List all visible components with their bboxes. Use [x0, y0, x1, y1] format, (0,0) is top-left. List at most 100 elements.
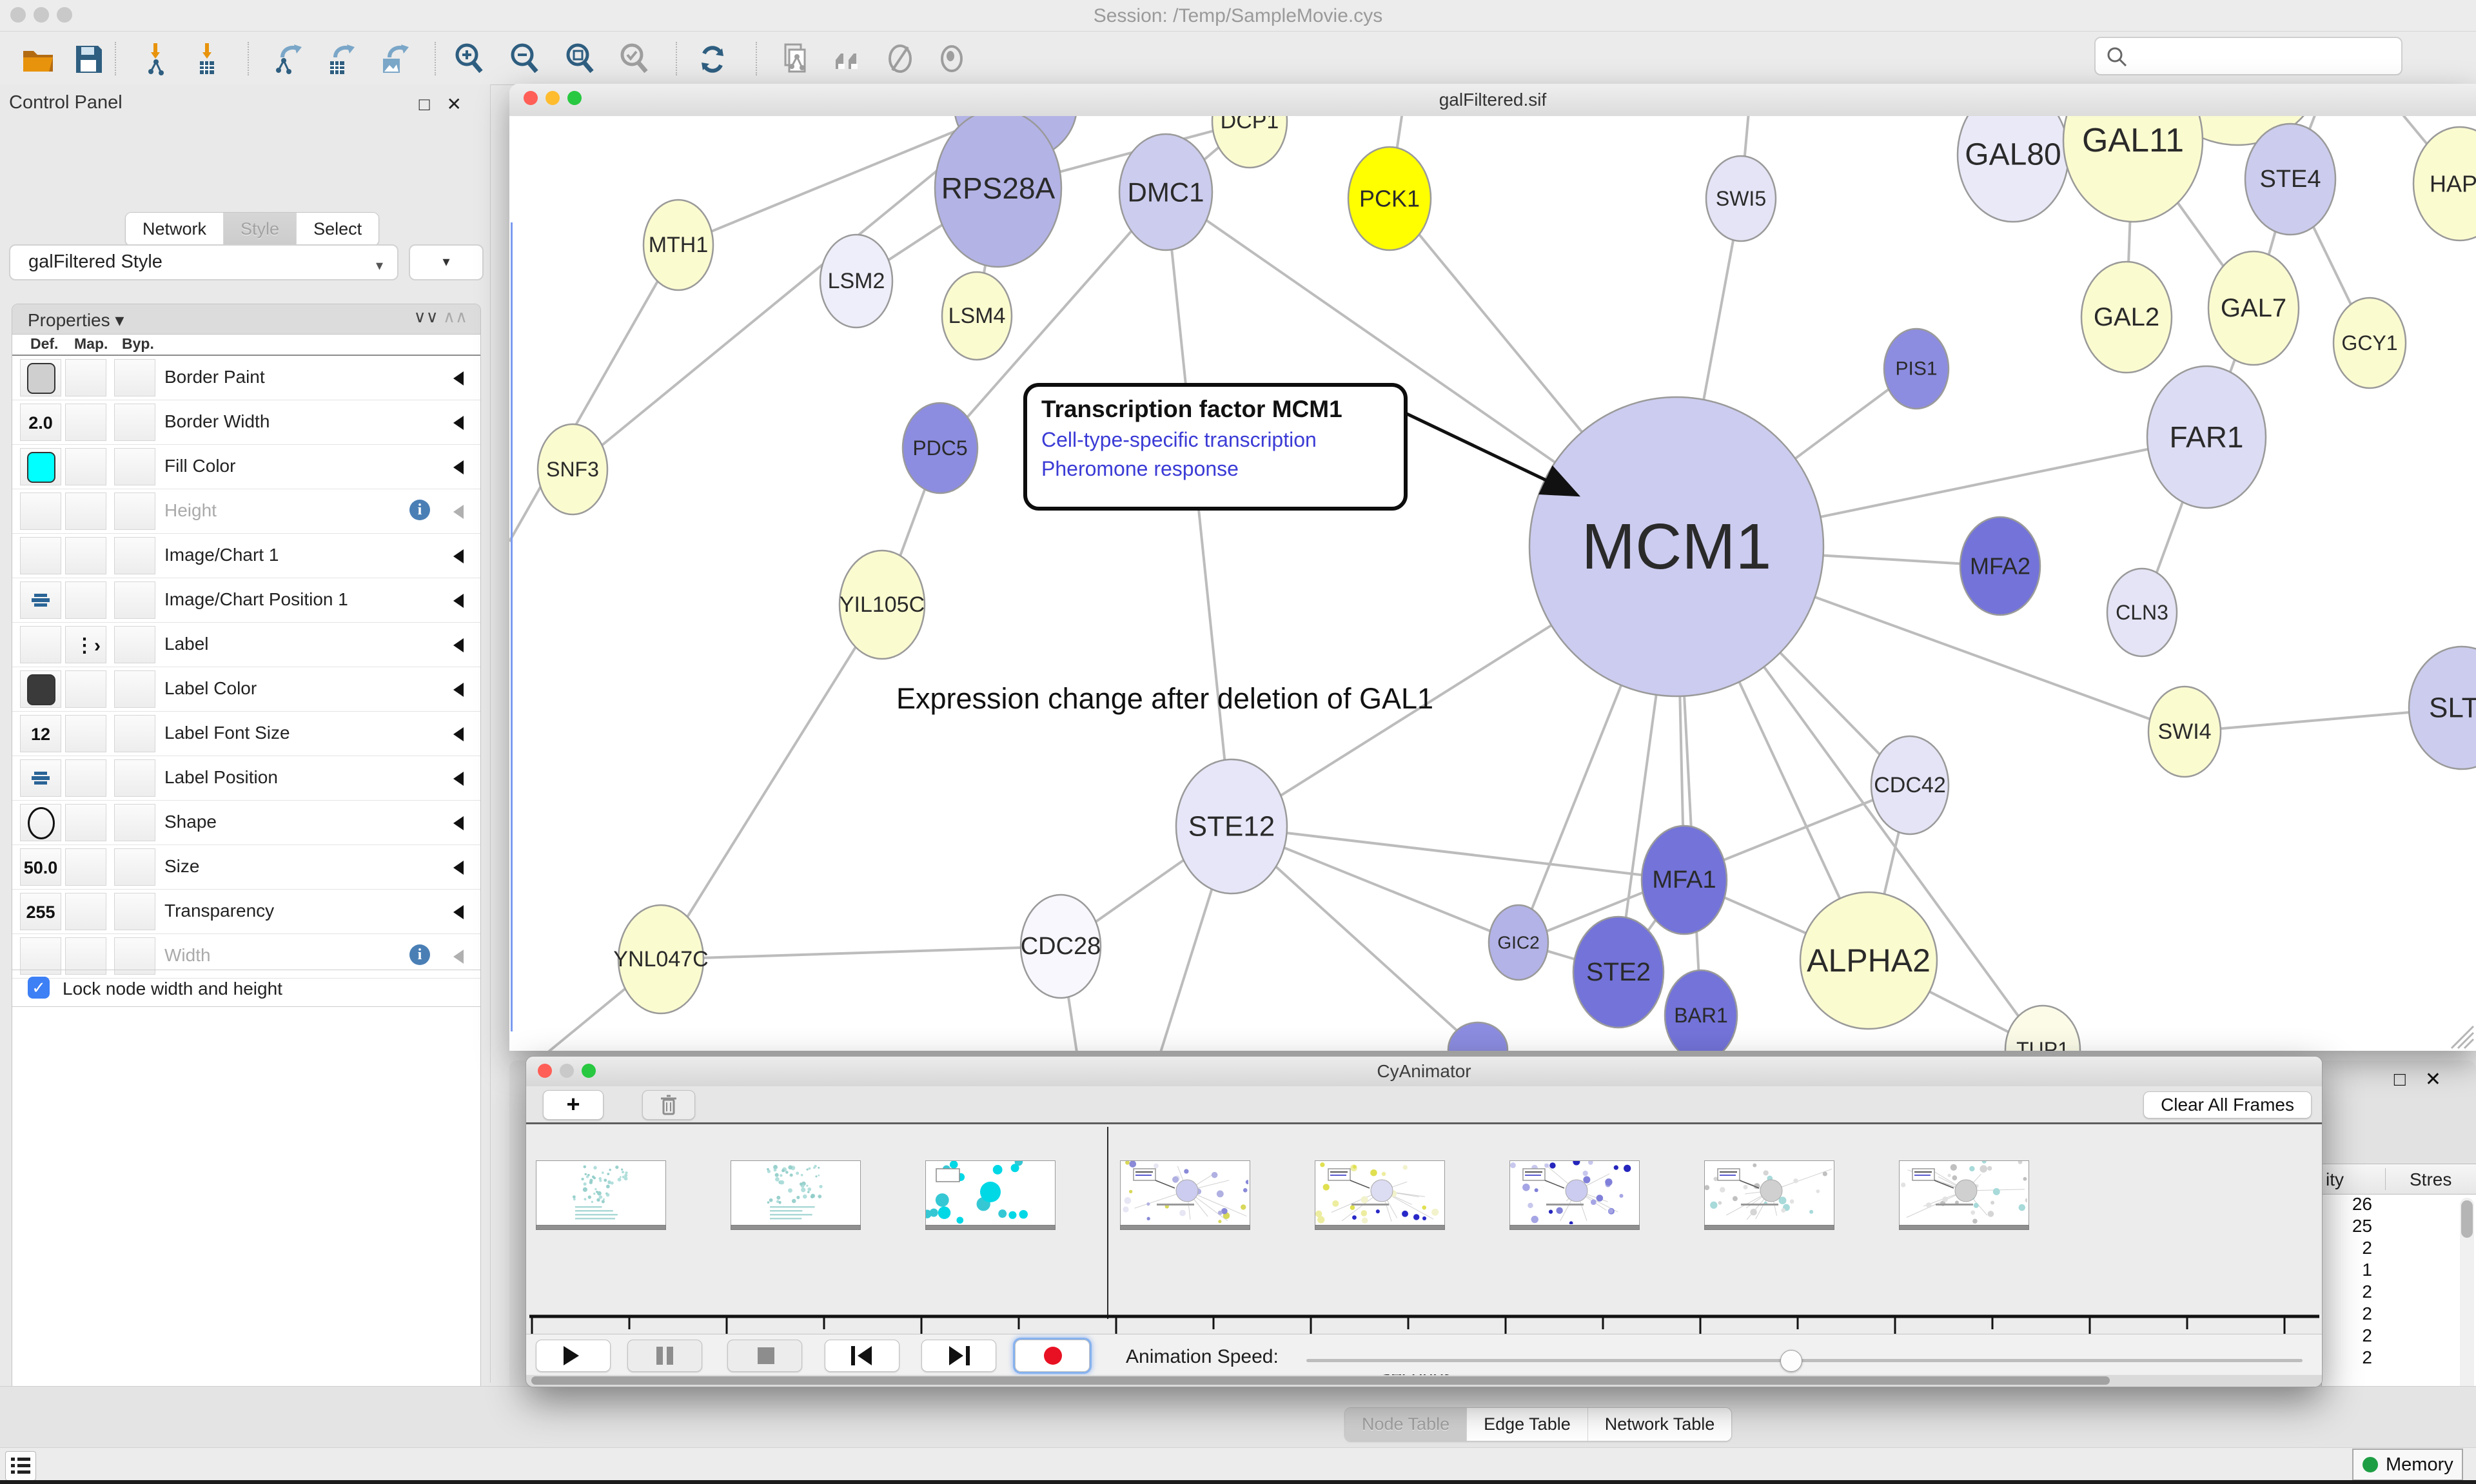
save-session-button[interactable]: [70, 41, 107, 78]
default-cell[interactable]: [20, 670, 61, 708]
search-binoculars-button[interactable]: [829, 41, 867, 78]
export-image-button[interactable]: [377, 41, 414, 78]
property-row-shape[interactable]: Shape: [12, 801, 480, 845]
network-node-GAL2[interactable]: GAL2: [2081, 262, 2172, 373]
mapping-cell[interactable]: [65, 848, 106, 886]
network-node-MFA1[interactable]: MFA1: [1642, 826, 1727, 934]
bypass-cell[interactable]: [114, 359, 155, 396]
style-selector-dropdown[interactable]: galFiltered Style ▾: [9, 244, 398, 280]
network-node-PDC5[interactable]: PDC5: [903, 403, 978, 493]
default-cell[interactable]: 12: [20, 715, 61, 752]
default-cell[interactable]: [20, 759, 61, 797]
info-icon[interactable]: i: [409, 500, 430, 520]
bypass-cell[interactable]: [114, 404, 155, 441]
mapping-cell[interactable]: [65, 404, 106, 441]
network-node-BAR1[interactable]: BAR1: [1665, 970, 1737, 1051]
expand-property-arrow[interactable]: [453, 950, 464, 964]
bypass-cell[interactable]: [114, 715, 155, 752]
property-row-transparency[interactable]: 255Transparency: [12, 890, 480, 934]
annotation-link[interactable]: Cell-type-specific transcription: [1041, 428, 1390, 452]
zoom-selected-button[interactable]: [616, 41, 654, 78]
bypass-cell[interactable]: [114, 848, 155, 886]
expand-property-arrow[interactable]: [453, 816, 464, 830]
memory-button[interactable]: Memory: [2352, 1449, 2463, 1481]
tab-network-table[interactable]: Network Table: [1587, 1408, 1732, 1441]
default-cell[interactable]: [20, 493, 61, 530]
network-node-DCP1[interactable]: DCP1: [1212, 116, 1287, 168]
network-node-CLN3[interactable]: CLN3: [2107, 569, 2177, 656]
expand-property-arrow[interactable]: [453, 727, 464, 741]
default-cell[interactable]: [20, 626, 61, 663]
expand-property-arrow[interactable]: [453, 371, 464, 386]
network-node-SWI4[interactable]: SWI4: [2148, 687, 2221, 777]
table-cell-value[interactable]: 2: [2322, 1303, 2448, 1325]
table-cell-value[interactable]: 2: [2322, 1282, 2448, 1303]
refresh-button[interactable]: [694, 41, 731, 78]
network-node-GIC2[interactable]: GIC2: [1489, 905, 1548, 980]
style-options-button[interactable]: ▾: [409, 244, 484, 280]
play-button[interactable]: [536, 1340, 611, 1372]
clear-all-frames-button[interactable]: Clear All Frames: [2143, 1091, 2312, 1118]
expand-property-arrow[interactable]: [453, 683, 464, 697]
timeline-frame-5[interactable]: [1509, 1160, 1640, 1226]
expand-property-arrow[interactable]: [453, 772, 464, 786]
import-table-button[interactable]: [190, 41, 227, 78]
zoom-out-button[interactable]: [507, 41, 544, 78]
mapping-cell[interactable]: [65, 581, 106, 619]
resize-grip-icon[interactable]: [2451, 1026, 2473, 1048]
property-row-label-font-size[interactable]: 12Label Font Size: [12, 712, 480, 756]
property-row-image-chart-position-1[interactable]: Image/Chart Position 1: [12, 578, 480, 623]
tab-select[interactable]: Select: [296, 213, 378, 246]
network-node-MFA2[interactable]: MFA2: [1960, 517, 2040, 615]
network-node-SLT2[interactable]: SLT2: [2409, 647, 2476, 769]
bypass-cell[interactable]: [114, 448, 155, 485]
export-network-button[interactable]: [270, 41, 307, 78]
import-network-button[interactable]: [138, 41, 175, 78]
network-node-PIS1[interactable]: PIS1: [1884, 329, 1949, 409]
expand-property-arrow[interactable]: [453, 460, 464, 474]
timeline-frame-1[interactable]: [731, 1160, 861, 1226]
info-icon[interactable]: i: [409, 944, 430, 965]
property-row-label-color[interactable]: Label Color: [12, 667, 480, 712]
mapping-cell[interactable]: ⋮›: [65, 626, 106, 663]
tab-network[interactable]: Network: [126, 213, 223, 246]
delete-frame-button[interactable]: [642, 1090, 695, 1120]
expand-property-arrow[interactable]: [453, 861, 464, 875]
table-cell-value[interactable]: 2: [2322, 1325, 2448, 1347]
network-node-RPS28A[interactable]: RPS28A: [935, 116, 1061, 267]
property-row-border-paint[interactable]: Border Paint: [12, 356, 480, 400]
tab-node-table[interactable]: Node Table: [1345, 1408, 1466, 1441]
default-cell[interactable]: 255: [20, 893, 61, 930]
timeline-frame-7[interactable]: [1899, 1160, 2029, 1226]
bypass-cell[interactable]: [114, 537, 155, 574]
network-node-purpleBottom[interactable]: [1448, 1022, 1508, 1051]
default-cell[interactable]: 2.0: [20, 404, 61, 441]
bypass-cell[interactable]: [114, 759, 155, 797]
mapping-cell[interactable]: [65, 715, 106, 752]
export-table-button[interactable]: [322, 41, 360, 78]
network-node-DMC1[interactable]: DMC1: [1119, 134, 1212, 250]
expand-property-arrow[interactable]: [453, 505, 464, 519]
table-cell-value[interactable]: 26: [2322, 1194, 2448, 1216]
property-row-size[interactable]: 50.0Size: [12, 845, 480, 890]
stop-button[interactable]: [727, 1340, 802, 1372]
open-folder-button[interactable]: [19, 41, 57, 78]
add-frame-button[interactable]: +: [543, 1090, 604, 1120]
mapping-cell[interactable]: [65, 759, 106, 797]
mapping-cell[interactable]: [65, 537, 106, 574]
bypass-cell[interactable]: [114, 670, 155, 708]
property-row-border-width[interactable]: 2.0Border Width: [12, 400, 480, 445]
tab-edge-table[interactable]: Edge Table: [1466, 1408, 1587, 1441]
network-node-GAL11[interactable]: GAL11: [2063, 116, 2203, 222]
column-header-stress[interactable]: Stres: [2410, 1169, 2451, 1190]
search-input[interactable]: [2094, 37, 2402, 75]
timeline-frame-0[interactable]: [536, 1160, 666, 1226]
table-cell-value[interactable]: 1: [2322, 1260, 2448, 1282]
mapping-cell[interactable]: [65, 448, 106, 485]
default-cell[interactable]: [20, 581, 61, 619]
cyanimator-titlebar[interactable]: CyAnimator: [526, 1057, 2322, 1087]
network-node-MCM1[interactable]: MCM1: [1529, 397, 1823, 696]
mapping-cell[interactable]: [65, 493, 106, 530]
zoom-fit-button[interactable]: [562, 41, 600, 78]
network-node-GAL80[interactable]: GAL80: [1958, 116, 2068, 222]
